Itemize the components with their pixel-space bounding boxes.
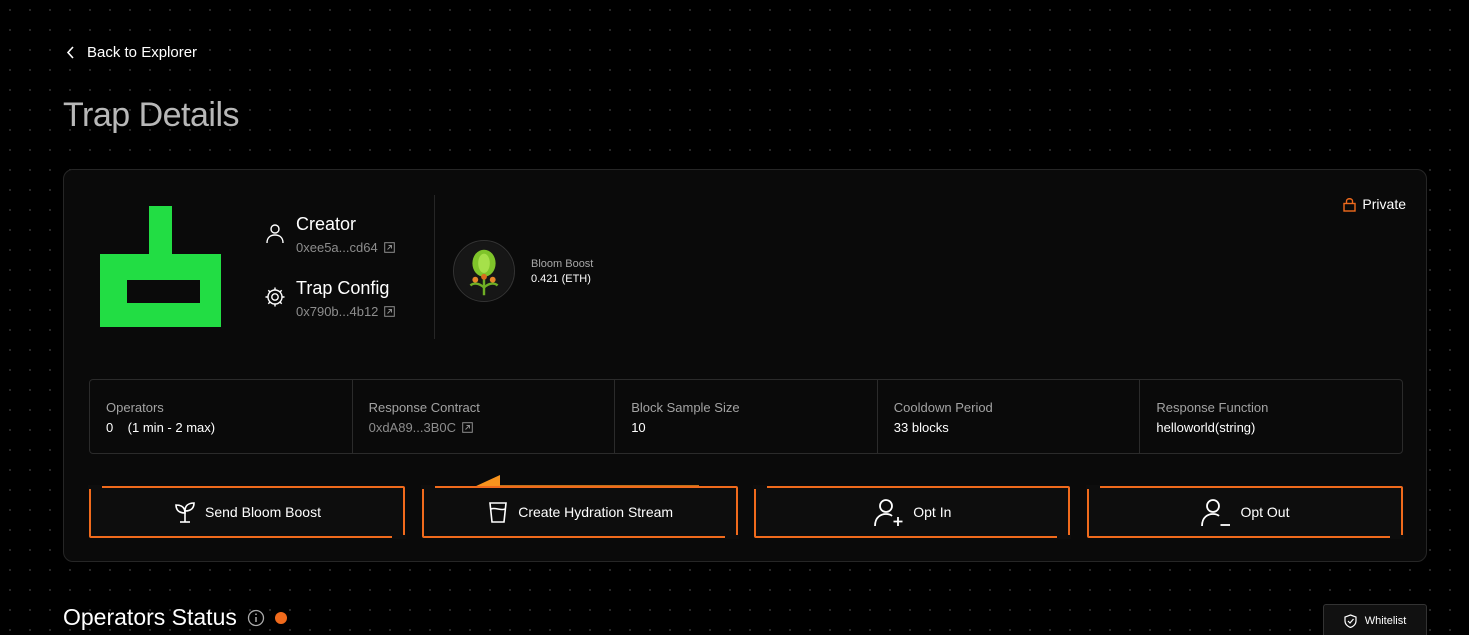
chevron-left-icon <box>66 46 74 59</box>
cup-icon <box>489 502 508 523</box>
opt-out-button[interactable]: Opt Out <box>1085 485 1404 539</box>
back-link-label: Back to Explorer <box>87 44 198 61</box>
page-title: Trap Details <box>63 96 240 134</box>
stat-cooldown-period: Cooldown Period 33 blocks <box>878 380 1141 453</box>
trap-config-label: Trap Config <box>296 278 390 298</box>
sprout-icon <box>175 502 195 523</box>
response-contract-address: 0xdA89...3B0C <box>368 420 457 435</box>
user-plus-icon <box>874 499 903 527</box>
operators-value: 0 (1 min - 2 max) <box>106 420 216 435</box>
trap-config-address-link[interactable]: 0x790b...4b12 <box>296 304 396 319</box>
stat-value: 0 (1 min - 2 max) <box>106 420 336 435</box>
stat-block-sample-size: Block Sample Size 10 <box>615 380 878 453</box>
shield-check-icon <box>1344 614 1357 628</box>
privacy-label: Private <box>1362 196 1406 212</box>
creator-section: Creator 0xee5a...cd64 <box>264 214 395 255</box>
stat-value: helloworld(string) <box>1156 420 1256 435</box>
whitelist-button[interactable]: Whitelist <box>1323 604 1427 635</box>
bloom-boost-badge: Bloom Boost 0.421 (ETH) <box>453 240 593 302</box>
whitelist-label: Whitelist <box>1364 615 1407 627</box>
stat-response-function: Response Function helloworld(string) <box>1140 380 1402 453</box>
bloom-plant-icon <box>453 240 515 302</box>
action-label: Send Bloom Boost <box>205 504 321 520</box>
opt-in-button[interactable]: Opt In <box>753 485 1072 539</box>
trap-config-address: 0x790b...4b12 <box>296 304 379 319</box>
external-link-icon <box>462 422 473 433</box>
stat-label: Cooldown Period <box>893 400 993 415</box>
stat-value: 10 <box>631 420 646 435</box>
operators-status-header: Operators Status <box>63 604 287 631</box>
stat-label: Response Function <box>1156 400 1269 415</box>
create-hydration-stream-button[interactable]: Create Hydration Stream <box>420 485 739 539</box>
action-label: Create Hydration Stream <box>518 504 674 520</box>
trap-logo <box>100 206 221 327</box>
creator-address-link[interactable]: 0xee5a...cd64 <box>296 240 395 255</box>
stat-label: Operators <box>106 400 164 415</box>
stat-value: 33 blocks <box>893 420 949 435</box>
info-icon[interactable] <box>247 609 265 627</box>
trap-details-card: Creator 0xee5a...cd64 Trap Config 0x790b… <box>63 169 1427 562</box>
status-dot <box>274 611 287 624</box>
stat-operators: Operators 0 (1 min - 2 max) <box>90 380 353 453</box>
stat-response-contract: Response Contract 0xdA89...3B0C <box>353 380 616 453</box>
external-link-icon <box>384 306 396 317</box>
bloom-boost-value: 0.421 (ETH) <box>531 272 591 285</box>
creator-address: 0xee5a...cd64 <box>296 240 378 255</box>
send-bloom-boost-button[interactable]: Send Bloom Boost <box>88 485 406 539</box>
creator-label: Creator <box>296 214 357 234</box>
response-contract-link[interactable]: 0xdA89...3B0C <box>369 420 599 435</box>
lock-icon <box>1343 197 1357 212</box>
vertical-divider <box>434 195 435 339</box>
user-minus-icon <box>1201 499 1231 527</box>
action-label: Opt Out <box>1240 504 1290 520</box>
operators-status-title: Operators Status <box>63 604 237 630</box>
external-link-icon <box>383 242 395 253</box>
back-to-explorer-link[interactable]: Back to Explorer <box>66 44 197 61</box>
privacy-status: Private <box>1343 196 1406 212</box>
trap-stats-grid: Operators 0 (1 min - 2 max) Response Con… <box>89 379 1403 454</box>
bloom-boost-name: Bloom Boost <box>531 257 594 270</box>
gear-icon <box>265 287 285 307</box>
stat-label: Response Contract <box>368 400 480 415</box>
user-icon <box>266 224 284 244</box>
action-buttons: Send Bloom Boost Create Hydration Stream… <box>88 485 1404 539</box>
trap-config-section: Trap Config 0x790b...4b12 <box>264 278 396 319</box>
action-label: Opt In <box>913 504 952 520</box>
stat-label: Block Sample Size <box>631 400 740 415</box>
